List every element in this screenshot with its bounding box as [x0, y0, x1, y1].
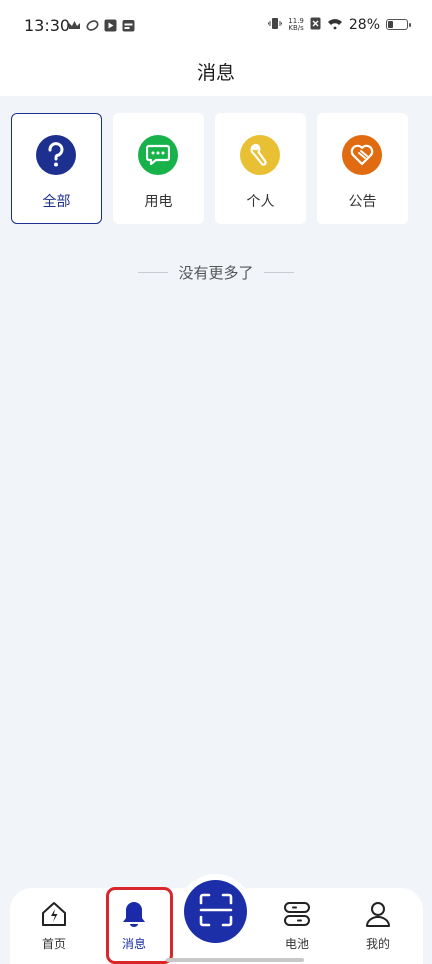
status-time: 13:30	[24, 16, 71, 35]
category-label: 公告	[348, 194, 377, 210]
scan-icon	[198, 892, 234, 932]
calendar-icon	[122, 17, 135, 32]
status-icons-left	[68, 17, 135, 32]
status-bar: 13:30 11.9 KB/s 28%	[0, 0, 432, 50]
play-icon	[104, 17, 117, 32]
wrench-icon	[240, 135, 280, 175]
category-all[interactable]: 全部	[11, 113, 102, 224]
message-icon	[138, 135, 178, 175]
crown-icon	[68, 17, 81, 30]
nav-profile[interactable]: 我的	[343, 888, 413, 964]
nav-home[interactable]: 首页	[19, 888, 89, 964]
nav-label: 首页	[41, 937, 66, 951]
nav-battery[interactable]: 电池	[262, 888, 332, 964]
category-personal[interactable]: 个人	[215, 113, 306, 224]
question-icon	[35, 134, 76, 175]
divider-left	[138, 272, 169, 273]
no-sim-icon	[310, 15, 321, 34]
app-icon	[86, 17, 99, 31]
wifi-icon	[327, 15, 343, 34]
no-more-indicator: 没有更多了	[0, 262, 432, 283]
nav-label: 电池	[284, 937, 309, 951]
divider-right	[263, 272, 294, 273]
battery-icon	[386, 19, 411, 30]
category-tabs: 全部 用电 个人 公告	[11, 113, 408, 224]
scan-button[interactable]	[184, 880, 247, 943]
heart-hand-icon	[342, 135, 382, 175]
page-title: 消息	[196, 62, 235, 84]
battery-pack-icon	[282, 899, 312, 929]
no-more-text: 没有更多了	[178, 264, 254, 282]
highlight-box	[106, 887, 173, 964]
battery-fill	[388, 21, 393, 28]
home-indicator	[166, 958, 304, 962]
category-label: 用电	[144, 194, 173, 210]
nav-label: 我的	[365, 937, 390, 951]
header: 消息	[0, 50, 432, 96]
battery-percent: 28%	[348, 16, 380, 33]
category-label: 全部	[42, 193, 71, 210]
net-speed-unit: KB/s	[288, 23, 304, 32]
category-electricity[interactable]: 用电	[113, 113, 204, 224]
net-speed: 11.9 KB/s	[288, 17, 304, 32]
home-icon	[39, 899, 69, 929]
vibrate-icon	[268, 15, 283, 34]
user-icon	[363, 899, 393, 929]
category-announcement[interactable]: 公告	[317, 113, 408, 224]
status-icons-right: 11.9 KB/s 28%	[268, 15, 411, 34]
category-label: 个人	[246, 194, 275, 210]
